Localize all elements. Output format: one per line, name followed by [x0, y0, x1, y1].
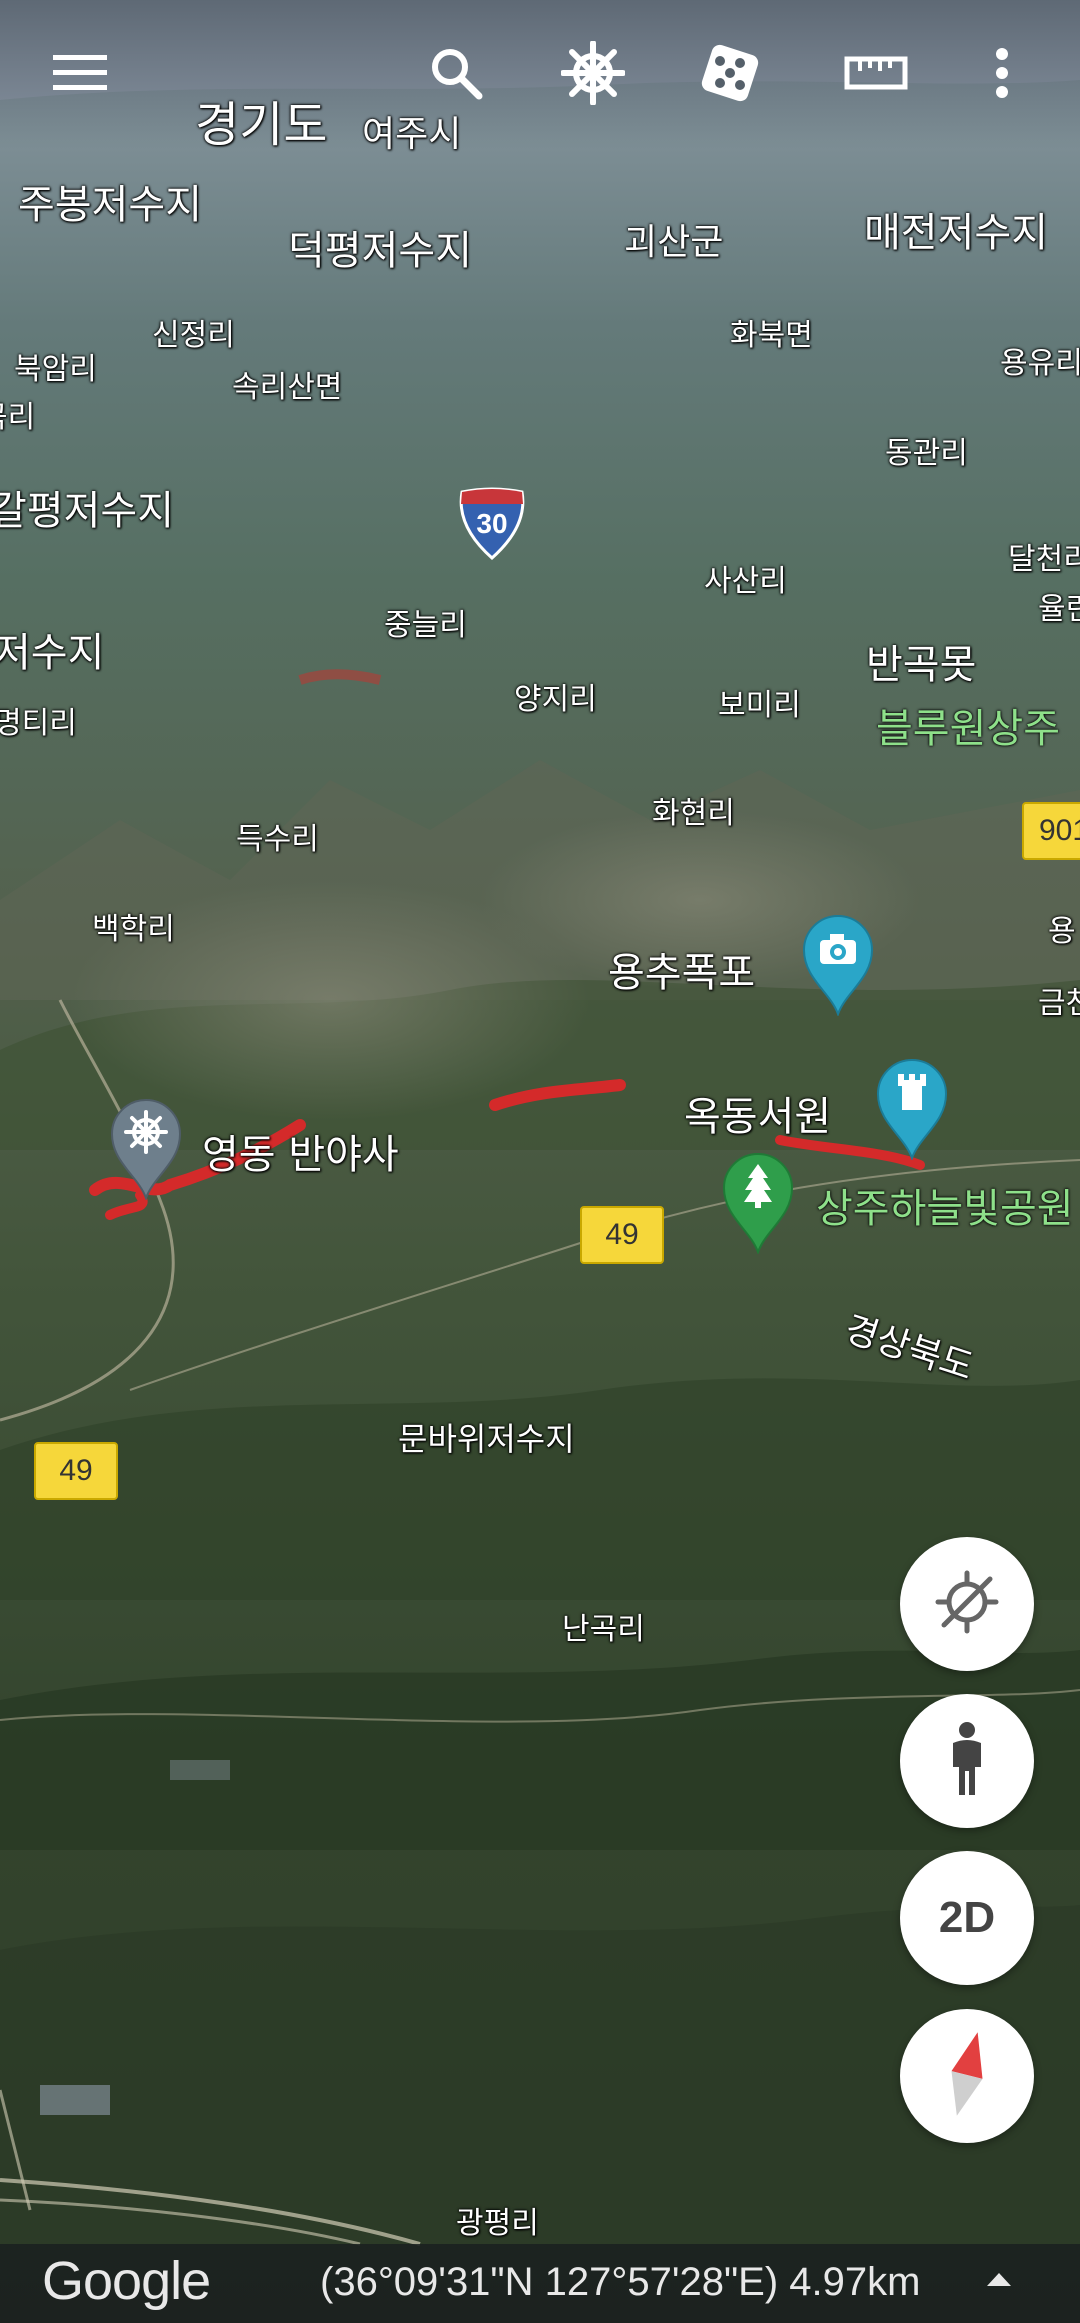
feeling-lucky-button[interactable] [690, 35, 770, 115]
map-label-bomi: 보미리 [718, 688, 801, 723]
compass-icon [947, 2029, 987, 2123]
camera-icon [818, 932, 858, 970]
poi-marker-bannyasa[interactable] [108, 1096, 184, 1201]
map-label-maejeon: 매전저수지 [864, 210, 1048, 256]
map-label-ulleuk: 율린 [1038, 592, 1080, 627]
map-label-deokpyeong: 덕평저수지 [288, 228, 472, 274]
interstate-30-shield: 30 [456, 486, 528, 561]
map-label-gyeonggi: 경기도 [195, 97, 328, 153]
ship-wheel-icon [560, 40, 626, 109]
interstate-30-number: 30 [476, 508, 508, 539]
map-label-galpyeong: 갈평저수지 [0, 488, 174, 534]
poi-label-sangju-park[interactable]: 상주하늘빛공원 [816, 1176, 1074, 1234]
map-label-deuksu: 득수리 [236, 822, 319, 857]
map-label-ri-left: 곡리 [0, 400, 36, 435]
coordinates-readout: (36°09'31"N 127°57'28"E) 4.97km [320, 2260, 921, 2304]
map-label-sasan: 사산리 [704, 564, 787, 599]
measure-button[interactable] [826, 35, 926, 115]
map-label-yongyu: 용유리 [1000, 346, 1080, 381]
map-label-munbawi: 문바위저수지 [398, 1420, 575, 1458]
caret-up-icon[interactable] [985, 2270, 1013, 2292]
map-label-dalcheon: 달천리 [1008, 542, 1080, 577]
pegman-icon [947, 1721, 987, 1801]
toggle-2d-button[interactable]: 2D [900, 1851, 1034, 1985]
route-49-shield-a: 49 [580, 1206, 664, 1264]
map-label-yangji: 양지리 [514, 682, 597, 717]
map-label-yeoju: 여주시 [362, 114, 462, 155]
map-label-goesan: 괴산군 [624, 222, 724, 263]
map-label-hwabuk: 화북면 [730, 318, 813, 353]
map-label-bugam: 북암리 [14, 352, 97, 387]
poi-label-yongchu-falls[interactable]: 용추폭포 [608, 940, 755, 998]
map-label-geum-right: 금천 [1038, 986, 1080, 1021]
map-label-bluone: 블루원상주 [876, 706, 1060, 752]
more-vertical-icon [995, 48, 1009, 102]
map-label-yong-right: 용 [1048, 914, 1076, 949]
map-label-reservoir-left: 저수지 [0, 630, 105, 676]
map-label-nangok: 난곡리 [562, 1612, 645, 1647]
my-location-button[interactable] [900, 1537, 1034, 1671]
dharma-wheel-icon [124, 1110, 168, 1158]
voyager-button[interactable] [553, 35, 633, 115]
dice-icon [698, 41, 762, 109]
map-label-jubong: 주봉저수지 [18, 182, 202, 228]
ruler-icon [844, 56, 908, 94]
tower-icon [896, 1072, 928, 1116]
poi-marker-yongchu-falls[interactable] [800, 912, 876, 1017]
hamburger-menu-icon [53, 53, 107, 97]
street-view-button[interactable] [900, 1694, 1034, 1828]
map-label-jungneul: 중늘리 [384, 608, 467, 643]
poi-label-okdong-seowon[interactable]: 옥동서원 [684, 1084, 831, 1142]
location-disabled-icon [934, 1569, 1000, 1639]
map-label-hwahyeon: 화현리 [652, 796, 735, 831]
map-label-bangokmot: 반곡못 [866, 642, 977, 688]
search-icon [429, 46, 483, 104]
map-label-myeongti: 명티리 [0, 706, 77, 741]
search-button[interactable] [416, 35, 496, 115]
map-label-sokrisan: 속리산면 [232, 370, 343, 405]
map-label-gwangpyeong: 광평리 [456, 2206, 539, 2241]
map-label-baekhak: 백학리 [92, 912, 175, 947]
more-options-button[interactable] [962, 35, 1042, 115]
status-bar: Google (36°09'31"N 127°57'28"E) 4.97km [0, 2244, 1080, 2323]
tree-icon [742, 1162, 774, 1214]
compass-button[interactable] [900, 2009, 1034, 2143]
google-logo: Google [42, 2251, 211, 2311]
map-label-sinjeong: 신정리 [152, 318, 235, 353]
poi-label-bannyasa[interactable]: 영동 반야사 [202, 1122, 399, 1180]
route-901-shield: 901 [1022, 802, 1080, 860]
map-label-donggwan: 동관리 [885, 436, 968, 471]
menu-button[interactable] [40, 35, 120, 115]
route-49-shield-b: 49 [34, 1442, 118, 1500]
poi-marker-sangju-park[interactable] [720, 1150, 796, 1255]
poi-marker-okdong-seowon[interactable] [874, 1056, 950, 1161]
